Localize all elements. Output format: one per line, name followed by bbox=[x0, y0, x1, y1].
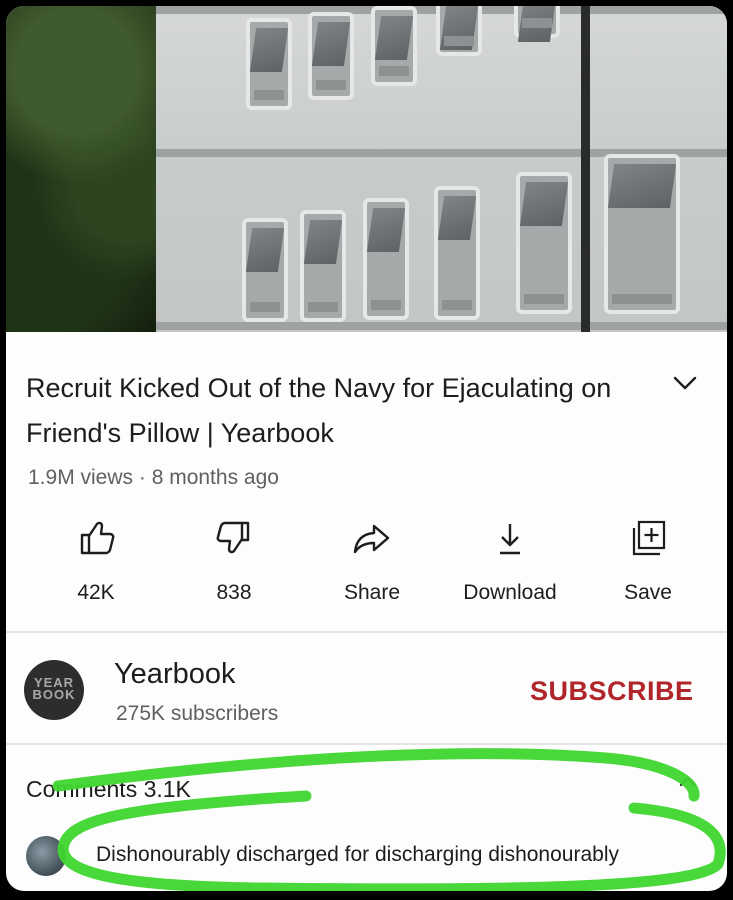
video-title: Recruit Kicked Out of the Navy for Ejacu… bbox=[26, 373, 612, 448]
subscribe-button[interactable]: SUBSCRIBE bbox=[530, 676, 694, 707]
commenter-avatar[interactable] bbox=[26, 836, 66, 876]
dislike-button[interactable]: 838 bbox=[174, 518, 294, 605]
video-thumbnail[interactable] bbox=[6, 6, 727, 332]
like-count: 42K bbox=[77, 581, 115, 604]
share-label: Share bbox=[343, 581, 401, 604]
channel-avatar[interactable]: YEAR BOOK bbox=[24, 660, 84, 720]
chevron-up-icon[interactable] bbox=[676, 770, 700, 794]
chevron-down-icon[interactable] bbox=[670, 368, 700, 398]
divider bbox=[6, 743, 727, 745]
comments-heading[interactable]: Comments 3.1K bbox=[26, 776, 191, 803]
top-comment-text[interactable]: Dishonourably discharged for discharging… bbox=[96, 843, 619, 867]
phone-screen: Recruit Kicked Out of the Navy for Ejacu… bbox=[6, 6, 727, 891]
dislike-count: 838 bbox=[216, 581, 252, 604]
subscriber-count: 275K subscribers bbox=[116, 702, 279, 725]
save-to-playlist-icon bbox=[632, 520, 666, 556]
thumbnail-building bbox=[156, 6, 727, 332]
thumbs-up-icon bbox=[80, 521, 115, 555]
download-label: Download bbox=[463, 581, 557, 604]
share-button[interactable]: Share bbox=[312, 518, 432, 605]
share-icon bbox=[353, 524, 390, 554]
action-bar: 42K 838 Share Download Save bbox=[6, 518, 727, 618]
like-button[interactable]: 42K bbox=[36, 518, 156, 605]
save-label: Save bbox=[624, 581, 672, 604]
thumbnail-trees bbox=[6, 6, 181, 332]
thumbs-down-icon bbox=[216, 521, 250, 554]
download-icon bbox=[500, 524, 520, 555]
save-button[interactable]: Save bbox=[588, 518, 708, 605]
video-meta: 1.9M views · 8 months ago bbox=[28, 466, 279, 489]
photo-frame: Recruit Kicked Out of the Navy for Ejacu… bbox=[0, 0, 733, 900]
channel-name[interactable]: Yearbook bbox=[114, 658, 235, 691]
download-button[interactable]: Download bbox=[450, 518, 570, 605]
divider bbox=[6, 631, 727, 633]
